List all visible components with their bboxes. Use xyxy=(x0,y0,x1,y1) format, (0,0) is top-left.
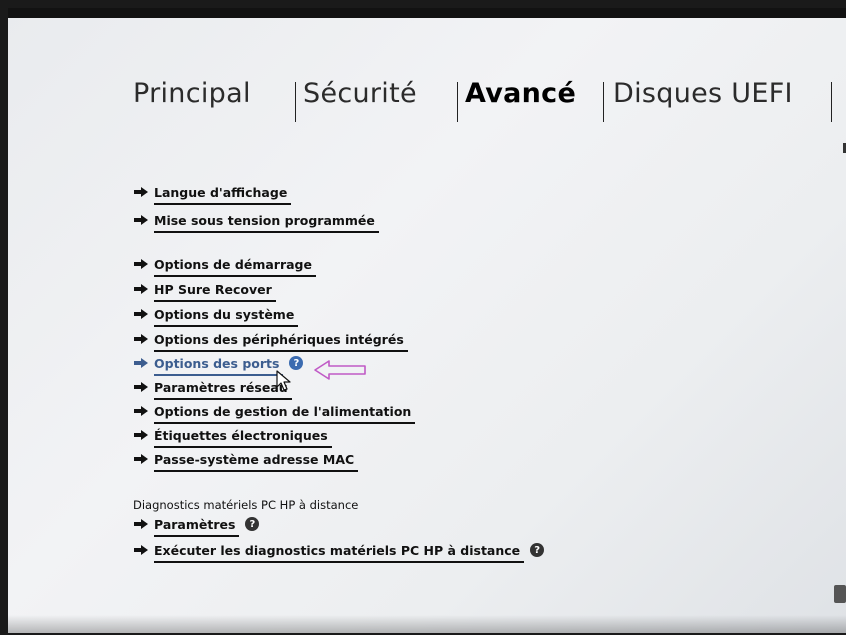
help-icon[interactable]: ? xyxy=(530,543,545,557)
menu-item-langue-affichage[interactable]: Langue d'affichage xyxy=(133,180,292,205)
menu-item-label: Options de démarrage xyxy=(154,256,316,277)
menu-item-options-peripheriques[interactable]: Options des périphériques intégrés xyxy=(133,327,408,352)
menu-item-mise-sous-tension[interactable]: Mise sous tension programmée xyxy=(133,208,379,233)
tab-securite[interactable]: Sécurité xyxy=(303,78,417,109)
right-arrow-icon xyxy=(134,430,148,440)
menu-item-label: Passe-système adresse MAC xyxy=(154,451,359,472)
hollow-left-arrow-icon xyxy=(314,360,366,380)
screen-edge-mark xyxy=(834,585,846,603)
tab-separator xyxy=(457,82,458,122)
menu-item-executer-diagnostics[interactable]: Exécuter les diagnostics matériels PC HP… xyxy=(133,538,545,563)
right-arrow-icon xyxy=(134,454,148,464)
screen-bezel-top xyxy=(8,8,846,18)
tab-separator xyxy=(831,82,832,122)
screen-bottom-shadow xyxy=(8,615,846,633)
right-arrow-icon xyxy=(134,545,148,555)
tab-separator xyxy=(603,82,604,122)
menu-item-passe-systeme-mac[interactable]: Passe-système adresse MAC xyxy=(133,447,359,472)
menu-item-label: Paramètres xyxy=(154,516,240,537)
right-arrow-icon xyxy=(134,334,148,344)
menu-item-label: Options du système xyxy=(154,306,299,327)
menu-item-hp-sure-recover[interactable]: HP Sure Recover xyxy=(133,277,276,302)
menu-item-etiquettes-electroniques[interactable]: Étiquettes électroniques xyxy=(133,423,332,448)
tab-separator xyxy=(295,82,296,122)
menu-item-label: Options des périphériques intégrés xyxy=(154,331,408,352)
menu-item-label: Mise sous tension programmée xyxy=(154,212,379,233)
menu-item-parametres[interactable]: Paramètres ? xyxy=(133,512,260,537)
tab-bar: Principal Sécurité Avancé Disques UEFI xyxy=(133,78,846,126)
right-arrow-icon xyxy=(134,406,148,416)
menu-item-parametres-reseau[interactable]: Paramètres réseau xyxy=(133,375,292,400)
menu-item-label: Paramètres réseau xyxy=(154,379,292,400)
right-arrow-icon xyxy=(134,358,148,368)
right-arrow-icon xyxy=(134,382,148,392)
menu-item-label: Exécuter les diagnostics matériels PC HP… xyxy=(154,542,525,563)
mouse-cursor-icon xyxy=(276,370,291,391)
menu-item-label: HP Sure Recover xyxy=(154,281,276,302)
right-arrow-icon xyxy=(134,284,148,294)
tab-avance[interactable]: Avancé xyxy=(465,78,576,109)
menu-item-label: Langue d'affichage xyxy=(154,184,292,205)
right-arrow-icon xyxy=(134,259,148,269)
help-icon[interactable]: ? xyxy=(289,356,304,370)
tab-disques-uefi[interactable]: Disques UEFI xyxy=(613,78,793,109)
tab-principal[interactable]: Principal xyxy=(133,78,251,109)
right-arrow-icon xyxy=(134,519,148,529)
menu-item-label: Options des ports xyxy=(154,355,284,376)
menu-item-options-demarrage[interactable]: Options de démarrage xyxy=(133,252,316,277)
menu-item-options-systeme[interactable]: Options du système xyxy=(133,302,299,327)
menu-item-label: Options de gestion de l'alimentation xyxy=(154,403,416,424)
right-arrow-icon xyxy=(134,187,148,197)
right-arrow-icon xyxy=(134,309,148,319)
remote-diagnostics-heading: Diagnostics matériels PC HP à distance xyxy=(133,498,359,512)
menu-item-label: Étiquettes électroniques xyxy=(154,427,332,448)
menu-item-gestion-alimentation[interactable]: Options de gestion de l'alimentation xyxy=(133,399,416,424)
right-arrow-icon xyxy=(134,215,148,225)
help-icon[interactable]: ? xyxy=(245,517,260,531)
bios-screen: Principal Sécurité Avancé Disques UEFI L… xyxy=(8,8,846,633)
